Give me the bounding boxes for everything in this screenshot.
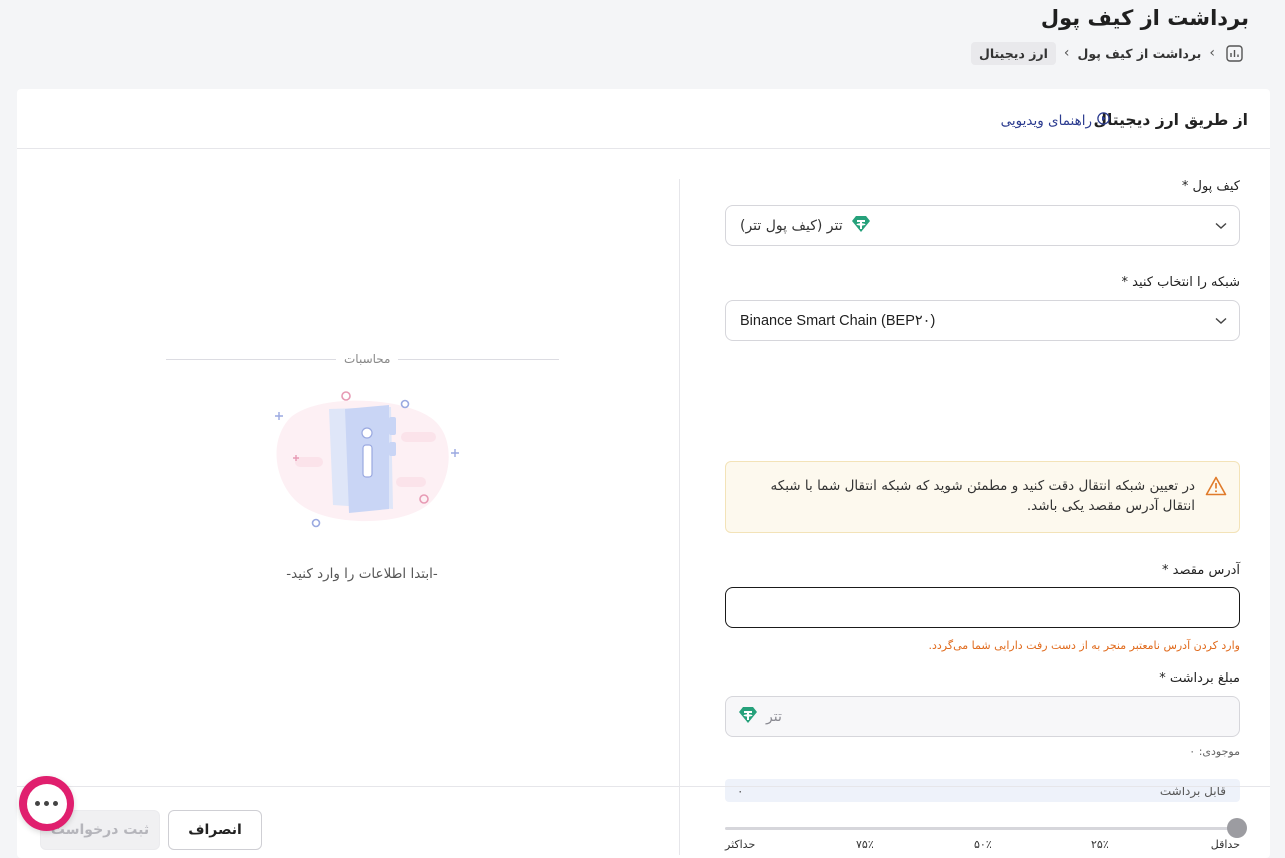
warning-text: در تعیین شبکه انتقال دقت کنید و مطمئن شو… <box>770 478 1195 514</box>
slider-label-75: ۷۵٪ <box>856 838 874 851</box>
video-guide-label: راهنمای ویدیویی <box>1000 112 1092 129</box>
amount-label: مبلغ برداشت * <box>1159 671 1240 686</box>
wallet-label: کیف پول * <box>1181 179 1240 194</box>
slider-labels: حداقل ۲۵٪ ۵۰٪ ۷۵٪ حداکثر <box>725 838 1240 854</box>
video-guide-link[interactable]: راهنمای ویدیویی <box>1001 112 1110 129</box>
withdrawable-bar: ۰ قابل برداشت <box>725 779 1240 802</box>
address-input[interactable] <box>725 587 1240 628</box>
tether-icon <box>851 214 871 238</box>
chevron-left-icon: › <box>1209 45 1215 61</box>
page-title: برداشت از کیف پول <box>1040 6 1249 30</box>
slider-label-max: حداکثر <box>725 838 756 851</box>
cancel-button[interactable]: انصراف <box>168 810 262 850</box>
column-divider <box>679 179 680 855</box>
network-value-text: Binance Smart Chain (BEP۲۰) <box>740 312 936 329</box>
calculations-empty-text: -ابتدا اطلاعات را وارد کنید- <box>286 566 438 582</box>
calculations-label: محاسبات <box>336 352 399 366</box>
breadcrumb-item-wallet[interactable]: برداشت از کیف پول <box>1078 46 1202 61</box>
empty-info-illustration <box>261 387 471 537</box>
card-title: از طریق ارز دیجیتال <box>1093 111 1249 129</box>
balance-text: موجودی: ۰ <box>1189 745 1240 758</box>
breadcrumb-item-crypto: ارز دیجیتال <box>971 41 1056 65</box>
amount-input[interactable]: تتر <box>725 696 1240 737</box>
chat-support-button[interactable] <box>19 776 74 831</box>
withdraw-card: از طریق ارز دیجیتال راهنمای ویدیویی کیف … <box>17 89 1270 858</box>
network-select[interactable]: Binance Smart Chain (BEP۲۰) <box>725 300 1240 341</box>
amount-slider-handle[interactable] <box>1227 818 1247 838</box>
wallet-select[interactable]: تتر (کیف پول تتر) <box>725 205 1240 246</box>
warning-triangle-icon <box>1205 476 1227 500</box>
chart-icon[interactable] <box>1223 42 1245 64</box>
calculations-title: محاسبات <box>166 352 559 366</box>
card-header: از طریق ارز دیجیتال راهنمای ویدیویی <box>17 89 1270 149</box>
play-circle-icon <box>1097 112 1110 129</box>
slider-label-min: حداقل <box>1210 838 1240 851</box>
chat-icon <box>26 783 67 824</box>
footer-divider <box>17 786 1270 787</box>
amount-slider-track[interactable] <box>725 827 1237 830</box>
address-error-note: وارد کردن آدرس نامعتبر منجر به از دست رف… <box>928 639 1240 652</box>
network-label: شبکه را انتخاب کنید * <box>1121 275 1241 290</box>
slider-label-25: ۲۵٪ <box>1091 838 1109 851</box>
breadcrumb: › برداشت از کیف پول › ارز دیجیتال <box>971 40 1245 66</box>
slider-label-50: ۵۰٪ <box>974 838 992 851</box>
wallet-select-value: تتر (کیف پول تتر) <box>740 214 871 238</box>
address-label: آدرس مقصد * <box>1162 563 1240 578</box>
chevron-down-icon <box>1215 222 1227 229</box>
chevron-left-icon: › <box>1063 45 1070 61</box>
chevron-down-icon <box>1215 317 1227 324</box>
network-warning: در تعیین شبکه انتقال دقت کنید و مطمئن شو… <box>725 461 1240 533</box>
amount-placeholder: تتر <box>766 708 782 725</box>
tether-icon <box>738 705 758 729</box>
wallet-value-text: تتر (کیف پول تتر) <box>740 217 843 234</box>
